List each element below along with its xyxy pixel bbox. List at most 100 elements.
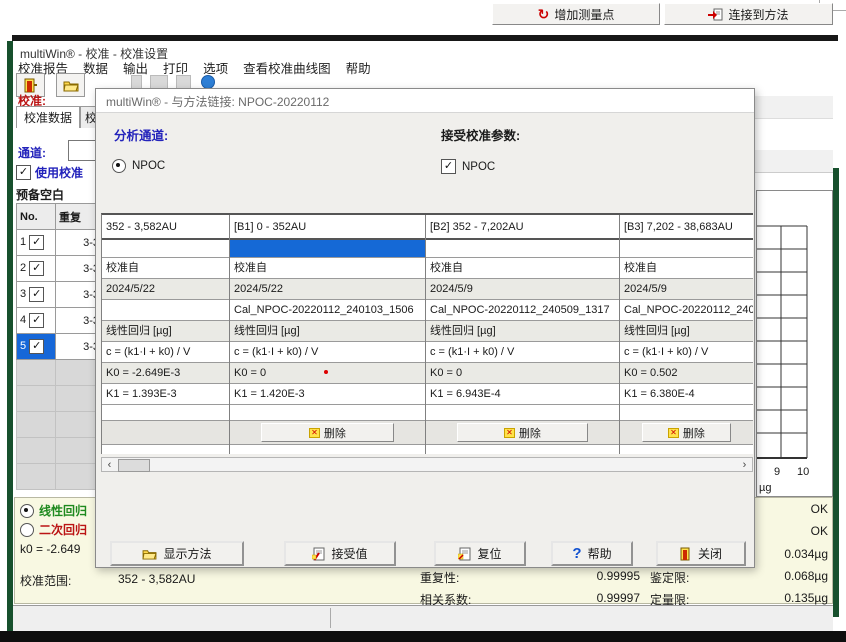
scroll-left-arrow[interactable]: ‹ — [102, 458, 117, 471]
limit-value-2: 0.068µg — [758, 569, 828, 583]
dialog-title-bar[interactable]: multiWin® - 与方法链接: NPOC-20220112 — [96, 89, 754, 113]
table-row[interactable]: 4 ✓ 3-3 — [17, 308, 103, 334]
file-cell: Cal_NPOC-20220112_240103_1506 — [230, 300, 425, 321]
empty-cell — [620, 405, 753, 421]
empty-row — [17, 412, 103, 438]
regression-cell: 线性回归 [µg] — [426, 321, 619, 342]
scroll-right-arrow[interactable]: › — [737, 458, 752, 471]
channel-label: 通道: — [18, 144, 46, 161]
file-cell: Cal_NPOC-20220112_240509_1317 — [426, 300, 619, 321]
row-checkbox[interactable]: ✓ — [29, 339, 44, 354]
show-method-button[interactable]: 显示方法 — [110, 541, 244, 566]
menu-data[interactable]: 数据 — [83, 58, 108, 77]
scrollbar-thumb[interactable] — [118, 459, 150, 472]
printer-icon[interactable] — [150, 75, 168, 89]
empty-cell — [102, 405, 229, 421]
row-checkbox[interactable]: ✓ — [29, 287, 44, 302]
table-horizontal-scrollbar[interactable]: ‹ › — [101, 457, 753, 472]
table-row[interactable]: 3 ✓ 3-3 — [17, 282, 103, 308]
channel-dropdown[interactable] — [68, 140, 97, 161]
screen: multiWin® - 校准 - 校准设置 校准报告 数据 输出 打印 选项 查… — [0, 0, 846, 642]
column-header[interactable]: [B3] 7,202 - 38,683AU — [620, 215, 753, 240]
menu-help[interactable]: 帮助 — [346, 58, 371, 77]
delete-cell: ✕ 删除 — [620, 421, 753, 445]
column-header[interactable]: 352 - 3,582AU — [102, 215, 229, 240]
menu-view-curve[interactable]: 查看校准曲线图 — [243, 58, 331, 77]
prepare-blank-label: 预备空白 — [16, 186, 64, 203]
select-cell[interactable] — [620, 240, 753, 258]
range-column-b3[interactable]: [B3] 7,202 - 38,683AU 校准自 2024/5/9 Cal_N… — [620, 215, 753, 454]
formula-cell: c = (k1·I + k0) / V — [102, 342, 229, 363]
correlation-value: 0.99997 — [555, 591, 640, 605]
range-column-b1[interactable]: [B1] 0 - 352AU 校准自 2024/5/22 Cal_NPOC-20… — [230, 215, 426, 454]
delete-button[interactable]: ✕ 删除 — [457, 423, 589, 442]
x-axis-unit: µg — [759, 482, 771, 494]
select-cell[interactable] — [102, 240, 229, 258]
use-calibration-checkbox[interactable]: ✓ — [16, 165, 31, 180]
reset-button[interactable]: 复位 — [434, 541, 526, 566]
npoc-accept-option[interactable]: ✓ NPOC — [441, 159, 495, 174]
status-ok-1: OK — [758, 502, 828, 516]
calibration-chart: 9 10 µg — [756, 190, 833, 497]
npoc-radio-label: NPOC — [132, 160, 165, 172]
calibration-range-value: 352 - 3,582AU — [118, 572, 195, 586]
red-dot-marker — [324, 370, 328, 374]
range-column-b2[interactable]: [B2] 352 - 7,202AU 校准自 2024/5/9 Cal_NPOC… — [426, 215, 620, 454]
select-cell[interactable] — [426, 240, 619, 258]
column-header[interactable]: [B2] 352 - 7,202AU — [426, 215, 619, 240]
row-checkbox[interactable]: ✓ — [29, 235, 44, 250]
select-cell-selected[interactable] — [230, 240, 425, 258]
link-method-icon — [708, 8, 723, 21]
file-cell: Cal_NPOC-20220112_240509_1 — [620, 300, 753, 321]
delete-button[interactable]: ✕ 删除 — [642, 423, 732, 442]
npoc-checkbox[interactable]: ✓ — [441, 159, 456, 174]
link-to-method-button[interactable]: 连接到方法 — [664, 3, 833, 25]
row-checkbox[interactable]: ✓ — [29, 313, 44, 328]
delete-x-icon: ✕ — [504, 428, 515, 438]
regression-cell: 线性回归 [µg] — [230, 321, 425, 342]
quadratic-regression-radio[interactable] — [20, 523, 34, 537]
calibration-range-label: 校准范围: — [20, 572, 71, 589]
delete-cell: ✕ 删除 — [230, 421, 425, 445]
x-tick-9: 9 — [774, 466, 780, 478]
accept-values-button[interactable]: 接受值 — [284, 541, 396, 566]
empty-cell — [426, 405, 619, 421]
npoc-radio[interactable] — [112, 159, 126, 173]
detection-limit-label: 鉴定限: — [650, 569, 689, 586]
toolbar-partial-icon[interactable] — [131, 75, 142, 89]
statusbar-divider — [330, 608, 331, 628]
table-row[interactable]: 1 ✓ 3-3 — [17, 230, 103, 256]
bg-strip — [755, 150, 833, 173]
tab-calibration-data[interactable]: 校准数据 — [16, 106, 80, 128]
help-question-icon: ? — [572, 545, 581, 562]
delete-button[interactable]: ✕ 删除 — [261, 423, 394, 442]
range-column-current[interactable]: 352 - 3,582AU 校准自 2024/5/22 线性回归 [µg] c … — [102, 215, 230, 454]
table-row[interactable]: 2 ✓ 3-3 — [17, 256, 103, 282]
empty-row — [17, 360, 103, 386]
document-icon[interactable] — [176, 75, 191, 89]
linear-regression-radio[interactable] — [20, 504, 34, 518]
status-bar — [13, 605, 833, 631]
formula-cell: c = (k1·I + k0) / V — [426, 342, 619, 363]
delete-cell: ✕ 删除 — [426, 421, 619, 445]
left-tabs: 校准数据校 — [16, 106, 102, 128]
cal-from-cell: 校准自 — [620, 258, 753, 279]
use-calibration-row: ✓ 使用校准 — [16, 164, 83, 181]
linear-regression-option[interactable]: 线性回归 — [20, 502, 87, 519]
npoc-channel-option[interactable]: NPOC — [112, 159, 165, 173]
info-icon[interactable] — [201, 75, 215, 89]
column-header[interactable]: [B1] 0 - 352AU — [230, 215, 425, 240]
k1-cell: K1 = 6.380E-4 — [620, 384, 753, 405]
close-button[interactable]: 关闭 — [656, 541, 746, 566]
k1-cell: K1 = 6.943E-4 — [426, 384, 619, 405]
k0-readout: k0 = -2.649 — [20, 542, 80, 556]
table-row-selected[interactable]: 5 ✓ 3-3 — [17, 334, 103, 360]
help-button[interactable]: ? 帮助 — [551, 541, 633, 566]
quadratic-regression-option[interactable]: 二次回归 — [20, 521, 87, 538]
accept-doc-icon — [312, 547, 325, 561]
open-file-button[interactable] — [56, 73, 85, 97]
cal-from-cell: 校准自 — [102, 258, 229, 279]
row-checkbox[interactable]: ✓ — [29, 261, 44, 276]
add-measure-point-button[interactable]: ↻ 增加测量点 — [492, 3, 660, 25]
accept-params-label: 接受校准参数: — [441, 125, 520, 144]
